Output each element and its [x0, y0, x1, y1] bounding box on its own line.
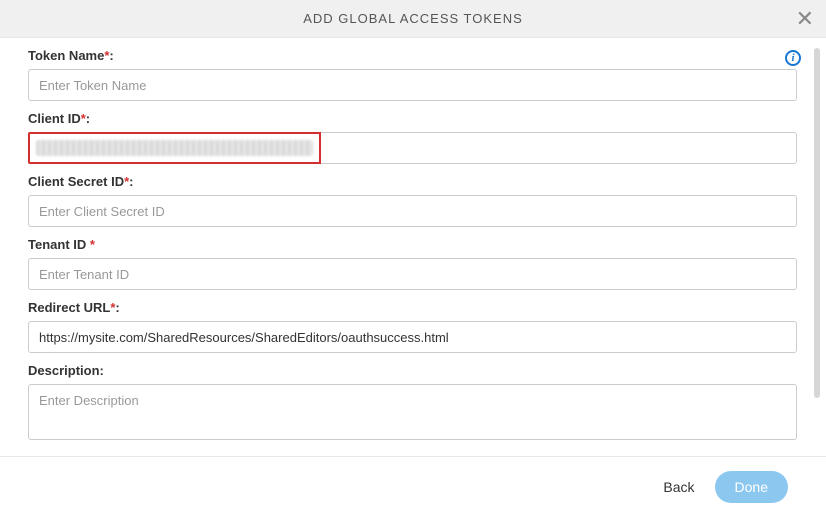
redirect-url-group: Redirect URL*: — [28, 300, 797, 353]
form-container: Token Name*: Client ID*: Client Secret I… — [28, 48, 797, 445]
tenant-id-group: Tenant ID * — [28, 237, 797, 290]
label-text: Redirect URL — [28, 300, 110, 315]
token-name-group: Token Name*: — [28, 48, 797, 101]
client-id-label: Client ID*: — [28, 111, 797, 126]
label-text: Client ID — [28, 111, 81, 126]
scrollbar-thumb[interactable] — [814, 48, 820, 398]
info-icon-wrap[interactable]: i — [785, 48, 801, 66]
label-text: Tenant ID — [28, 237, 90, 252]
close-icon[interactable]: ✕ — [796, 8, 814, 30]
modal-body: i Token Name*: Client ID*: Client Secret… — [0, 38, 826, 456]
tenant-id-input[interactable] — [28, 258, 797, 290]
description-group: Description: — [28, 363, 797, 445]
label-text: Token Name — [28, 48, 104, 63]
client-secret-input[interactable] — [28, 195, 797, 227]
client-id-input[interactable] — [28, 132, 797, 164]
token-name-label: Token Name*: — [28, 48, 797, 63]
client-secret-label: Client Secret ID*: — [28, 174, 797, 189]
tenant-id-label: Tenant ID * — [28, 237, 797, 252]
client-secret-group: Client Secret ID*: — [28, 174, 797, 227]
client-id-group: Client ID*: — [28, 111, 797, 164]
description-label: Description: — [28, 363, 797, 378]
modal-title: ADD GLOBAL ACCESS TOKENS — [303, 11, 523, 26]
required-mark: * — [124, 174, 129, 189]
modal-header: ADD GLOBAL ACCESS TOKENS ✕ — [0, 0, 826, 38]
token-name-input[interactable] — [28, 69, 797, 101]
modal-footer: Back Done — [0, 456, 826, 516]
description-textarea[interactable] — [28, 384, 797, 440]
scrollbar-track[interactable] — [814, 48, 820, 398]
required-mark: * — [90, 237, 95, 252]
info-icon: i — [785, 50, 801, 66]
required-mark: * — [81, 111, 86, 126]
redirect-url-input[interactable] — [28, 321, 797, 353]
client-id-wrap — [28, 132, 797, 164]
required-mark: * — [104, 48, 109, 63]
required-mark: * — [110, 300, 115, 315]
label-text: Client Secret ID — [28, 174, 124, 189]
done-button[interactable]: Done — [715, 471, 788, 503]
redirect-url-label: Redirect URL*: — [28, 300, 797, 315]
back-button[interactable]: Back — [657, 471, 700, 503]
